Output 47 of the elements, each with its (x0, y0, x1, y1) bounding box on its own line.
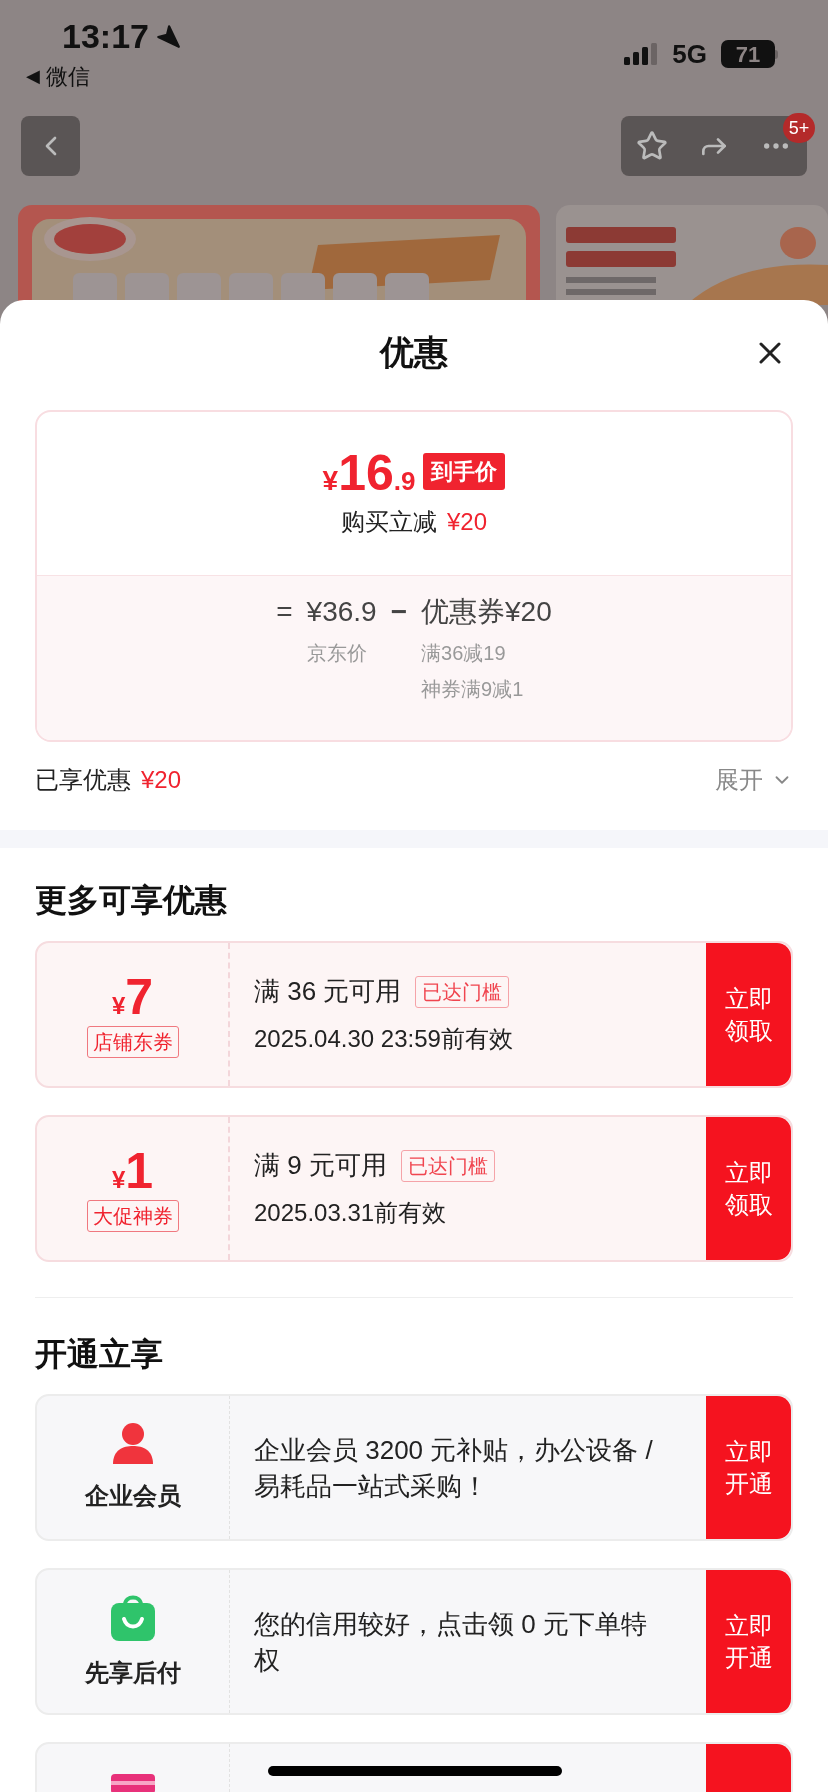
network-label: 5G (672, 37, 707, 71)
coupon-condition: 满 9 元可用 (254, 1149, 387, 1182)
coupon-amount: ¥7 (111, 971, 154, 1022)
claim-button[interactable]: 立即领取 (706, 943, 791, 1086)
coupon-type: 大促神券 (86, 1199, 179, 1232)
equals-sign: = (276, 595, 293, 629)
service-description: 您的信用较好，点击领 0 元下单特权 (254, 1607, 648, 1677)
base-price: ¥36.9 (306, 595, 377, 629)
reduction-label: 购买立减 (340, 506, 437, 537)
signal-icon (624, 43, 659, 65)
price-tag: 到手价 (423, 452, 506, 490)
claim-button[interactable]: 立即领取 (706, 1117, 791, 1260)
battery-icon: 71 (721, 40, 778, 68)
coupon-validity: 2025.04.30 23:59前有效 (254, 1024, 514, 1054)
threshold-badge: 已达门槛 (400, 1149, 495, 1182)
coupon-detail: 满36减19 (421, 641, 506, 666)
coupon-total: 优惠券¥20 (421, 595, 552, 629)
person-icon (111, 1421, 155, 1464)
coupon-amount: ¥1 (111, 1145, 154, 1196)
expand-toggle[interactable]: 展开 (715, 762, 793, 798)
card-icon (111, 1774, 155, 1792)
minus-sign: − (390, 595, 408, 629)
service-description: 企业会员 3200 元补贴，办公设备 / 易耗品一站式采购！ (254, 1433, 654, 1503)
star-button[interactable] (636, 130, 668, 162)
coupon-validity: 2025.03.31前有效 (254, 1198, 448, 1228)
coupon-detail: 神券满9减1 (421, 677, 524, 702)
service-name: 先享后付 (85, 1657, 181, 1688)
back-arrow[interactable]: ◀ (26, 63, 40, 90)
clock-time: 13:17 (62, 16, 149, 56)
sheet-title: 优惠 (380, 332, 448, 373)
coupon-type: 店铺东券 (86, 1025, 179, 1058)
claim-button[interactable]: 立即开通 (706, 1396, 791, 1539)
location-icon (154, 23, 181, 49)
notification-badge: 5+ (783, 113, 815, 143)
section-title: 更多可享优惠 (35, 881, 228, 920)
back-app-label[interactable]: 微信 (46, 60, 90, 93)
back-button[interactable] (21, 116, 80, 176)
enjoyed-label: 已享优惠 (35, 765, 131, 795)
reduction-value: ¥20 (446, 506, 487, 537)
section-title: 开通立享 (35, 1335, 164, 1374)
enjoyed-value: ¥20 (141, 765, 182, 795)
claim-button[interactable]: 立即开通 (706, 1570, 791, 1713)
final-price: ¥16.9 (322, 447, 416, 498)
threshold-badge: 已达门槛 (415, 975, 510, 1008)
service-name: 企业会员 (85, 1480, 181, 1511)
coupon-condition: 满 36 元可用 (254, 975, 402, 1008)
base-price-label: 京东价 (306, 641, 367, 666)
